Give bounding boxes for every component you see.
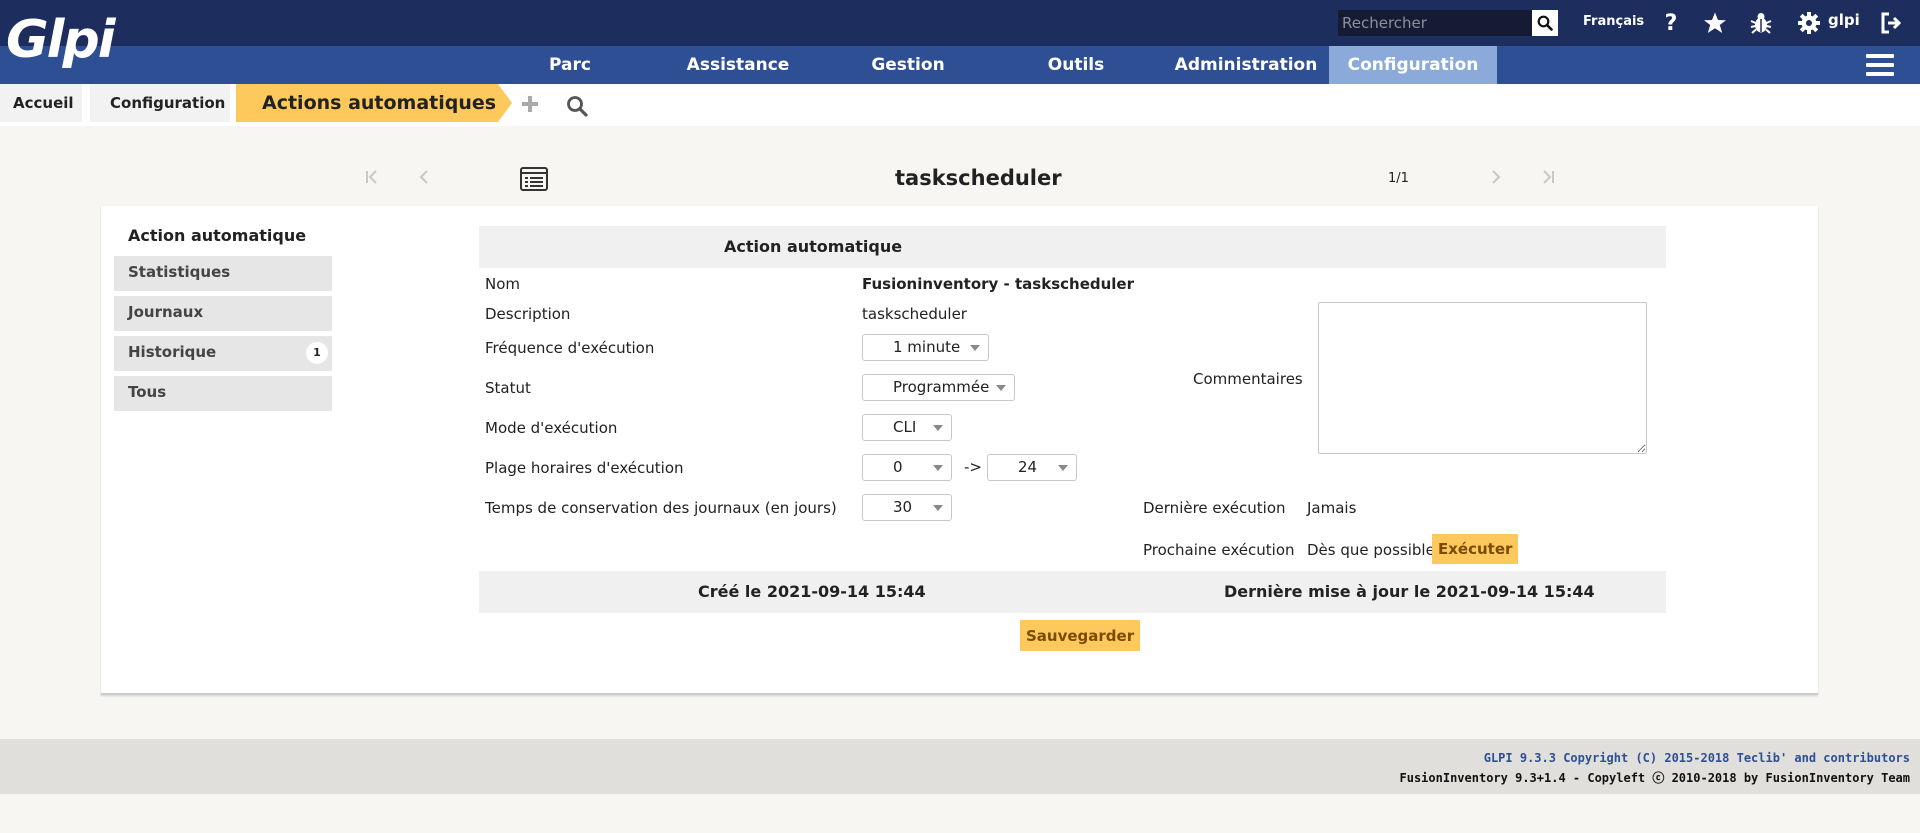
- tab-action-automatique[interactable]: Action automatique: [128, 226, 306, 245]
- retention-select[interactable]: 30: [862, 494, 952, 521]
- breadcrumb-home[interactable]: Accueil: [0, 84, 82, 122]
- menu-assistance[interactable]: Assistance: [680, 46, 796, 84]
- tab-journaux[interactable]: Journaux: [114, 296, 332, 331]
- menu-outils[interactable]: Outils: [1036, 46, 1116, 84]
- retention-label: Temps de conservation des journaux (en j…: [485, 499, 837, 517]
- breadcrumb-configuration[interactable]: Configuration: [90, 84, 230, 122]
- glpi-copyright[interactable]: GLPI 9.3.3 Copyright (C) 2015-2018 Tecli…: [1484, 751, 1910, 765]
- tab-label: Statistiques: [128, 263, 231, 281]
- retention-value: 30: [893, 498, 913, 516]
- menu-parc[interactable]: Parc: [530, 46, 610, 84]
- list-view-icon[interactable]: [520, 167, 548, 195]
- tab-statistiques[interactable]: Statistiques: [114, 256, 332, 291]
- mode-value: CLI: [893, 418, 917, 436]
- chevron-down-icon: [970, 345, 980, 351]
- range-from-select[interactable]: 0: [862, 454, 952, 481]
- bug-icon[interactable]: [1748, 10, 1774, 36]
- gear-icon[interactable]: [1796, 10, 1822, 36]
- next-run-value: Dès que possible: [1307, 541, 1435, 559]
- language-selector[interactable]: Français: [1583, 14, 1644, 29]
- range-label: Plage horaires d'exécution: [485, 459, 684, 477]
- breadcrumb-current[interactable]: Actions automatiques: [236, 84, 512, 122]
- execute-button[interactable]: Exécuter: [1432, 534, 1519, 564]
- chevron-down-icon: [933, 505, 943, 511]
- last-run-value: Jamais: [1307, 499, 1357, 517]
- status-value: Programmée: [893, 378, 990, 396]
- range-to-value: 24: [1018, 458, 1038, 476]
- range-from-value: 0: [893, 458, 903, 476]
- menu-configuration[interactable]: Configuration: [1329, 46, 1497, 84]
- mode-label: Mode d'exécution: [485, 419, 618, 437]
- user-menu[interactable]: glpi: [1828, 11, 1860, 29]
- fusioninventory-copyright[interactable]: FusionInventory 9.3+1.4 - Copyleft ⓒ 201…: [1400, 769, 1911, 786]
- chevron-down-icon: [996, 385, 1006, 391]
- comments-textarea[interactable]: [1318, 302, 1647, 454]
- frequency-value: 1 minute: [893, 338, 961, 356]
- name-label: Nom: [485, 275, 521, 293]
- global-search: [1338, 10, 1558, 36]
- tab-label: Journaux: [128, 303, 204, 321]
- tab-historique[interactable]: Historique 1: [114, 336, 332, 371]
- updated-date: Dernière mise à jour le 2021-09-14 15:44: [1224, 582, 1595, 601]
- search-input[interactable]: [1338, 10, 1532, 36]
- help-icon[interactable]: ?: [1658, 10, 1684, 36]
- last-item-icon[interactable]: [1541, 167, 1555, 191]
- menu-administration[interactable]: Administration: [1172, 46, 1320, 84]
- form-header: [479, 226, 1666, 268]
- range-separator: ->: [964, 458, 982, 476]
- last-run-label: Dernière exécution: [1143, 499, 1286, 517]
- star-icon[interactable]: [1702, 10, 1728, 36]
- comments-label: Commentaires: [1193, 370, 1303, 388]
- frequency-label: Fréquence d'exécution: [485, 339, 655, 357]
- chevron-down-icon: [1058, 465, 1068, 471]
- description-label: Description: [485, 305, 571, 323]
- mode-select[interactable]: CLI: [862, 414, 952, 441]
- range-to-select[interactable]: 24: [987, 454, 1077, 481]
- frequency-select[interactable]: 1 minute: [862, 334, 989, 361]
- item-title: taskscheduler: [895, 166, 1062, 190]
- next-item-icon[interactable]: [1490, 167, 1502, 191]
- search-list-icon[interactable]: [566, 95, 588, 121]
- main-menu-bar: [0, 46, 1920, 84]
- description-value: taskscheduler: [862, 305, 967, 323]
- chevron-down-icon: [933, 425, 943, 431]
- plus-icon[interactable]: [520, 94, 540, 118]
- menu-gestion[interactable]: Gestion: [862, 46, 954, 84]
- form-header-title: Action automatique: [724, 237, 903, 256]
- chevron-down-icon: [933, 465, 943, 471]
- save-button[interactable]: Sauvegarder: [1020, 620, 1141, 651]
- status-label: Statut: [485, 379, 531, 397]
- glpi-logo[interactable]: Glpi: [6, 4, 126, 76]
- created-date: Créé le 2021-09-14 15:44: [698, 582, 926, 601]
- previous-item-icon[interactable]: [418, 167, 430, 191]
- count-badge: 1: [306, 342, 328, 364]
- first-item-icon[interactable]: [365, 167, 379, 191]
- tab-label: Historique: [128, 343, 217, 361]
- status-select[interactable]: Programmée: [862, 374, 1015, 401]
- search-button[interactable]: [1532, 10, 1558, 36]
- name-value: Fusioninventory - taskscheduler: [862, 275, 1134, 293]
- next-run-label: Prochaine exécution: [1143, 541, 1295, 559]
- tab-label: Tous: [128, 383, 167, 401]
- menu-hamburger-icon[interactable]: [1866, 54, 1894, 76]
- item-counter: 1/1: [1388, 171, 1409, 186]
- logout-icon[interactable]: [1878, 10, 1904, 36]
- search-icon: [1537, 15, 1553, 31]
- tab-tous[interactable]: Tous: [114, 376, 332, 411]
